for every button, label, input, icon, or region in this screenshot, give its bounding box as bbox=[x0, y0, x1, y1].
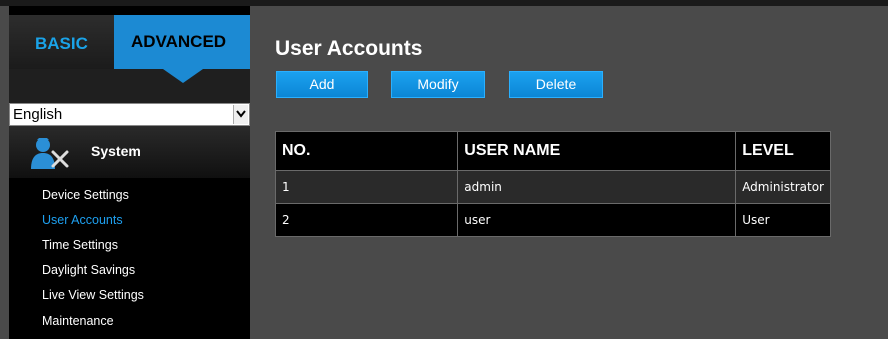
table-row[interactable]: 2 user User bbox=[274, 203, 831, 237]
column-header-no: NO. bbox=[274, 131, 459, 171]
sidebar: BASIC ADVANCED English System Device Set… bbox=[9, 6, 250, 339]
delete-button[interactable]: Delete bbox=[509, 71, 603, 98]
column-header-level: LEVEL bbox=[735, 131, 831, 171]
table-header-row: NO. USER NAME LEVEL bbox=[274, 131, 831, 171]
cell-user-name: user bbox=[457, 203, 737, 237]
sidebar-item-user-accounts[interactable]: User Accounts bbox=[42, 213, 123, 227]
modify-button[interactable]: Modify bbox=[391, 71, 485, 98]
table-row[interactable]: 1 admin Administrator bbox=[274, 170, 831, 204]
sidebar-item-device-settings[interactable]: Device Settings bbox=[42, 188, 129, 202]
system-admin-icon bbox=[31, 138, 69, 169]
chevron-down-icon bbox=[236, 110, 246, 118]
dropdown-button[interactable] bbox=[233, 105, 248, 124]
sidebar-item-maintenance[interactable]: Maintenance bbox=[42, 314, 114, 328]
user-accounts-table: NO. USER NAME LEVEL 1 admin Administrato… bbox=[274, 131, 831, 237]
cell-no: 2 bbox=[274, 203, 459, 237]
tab-basic-label: BASIC bbox=[35, 34, 88, 53]
active-tab-pointer bbox=[163, 69, 203, 83]
add-button[interactable]: Add bbox=[276, 71, 368, 98]
page-title: User Accounts bbox=[275, 37, 423, 60]
tab-underbar bbox=[9, 69, 250, 103]
cell-no: 1 bbox=[274, 170, 459, 204]
app-frame: BASIC ADVANCED English System Device Set… bbox=[0, 0, 888, 339]
sidebar-item-live-view-settings[interactable]: Live View Settings bbox=[42, 288, 144, 302]
mode-tabs: BASIC ADVANCED bbox=[9, 15, 250, 69]
cell-user-name: admin bbox=[457, 170, 737, 204]
cell-level: Administrator bbox=[735, 170, 831, 204]
tab-advanced-label: ADVANCED bbox=[131, 32, 227, 51]
sidebar-item-time-settings[interactable]: Time Settings bbox=[42, 238, 118, 252]
cell-level: User bbox=[735, 203, 831, 237]
tab-basic[interactable]: BASIC bbox=[9, 15, 114, 69]
language-select[interactable]: English bbox=[9, 103, 250, 126]
section-system[interactable]: System bbox=[9, 126, 250, 178]
column-header-user-name: USER NAME bbox=[457, 131, 737, 171]
tab-advanced[interactable]: ADVANCED bbox=[114, 15, 250, 69]
language-select-value: English bbox=[13, 106, 63, 123]
sidebar-item-daylight-savings[interactable]: Daylight Savings bbox=[42, 263, 135, 277]
section-system-label: System bbox=[91, 143, 141, 159]
